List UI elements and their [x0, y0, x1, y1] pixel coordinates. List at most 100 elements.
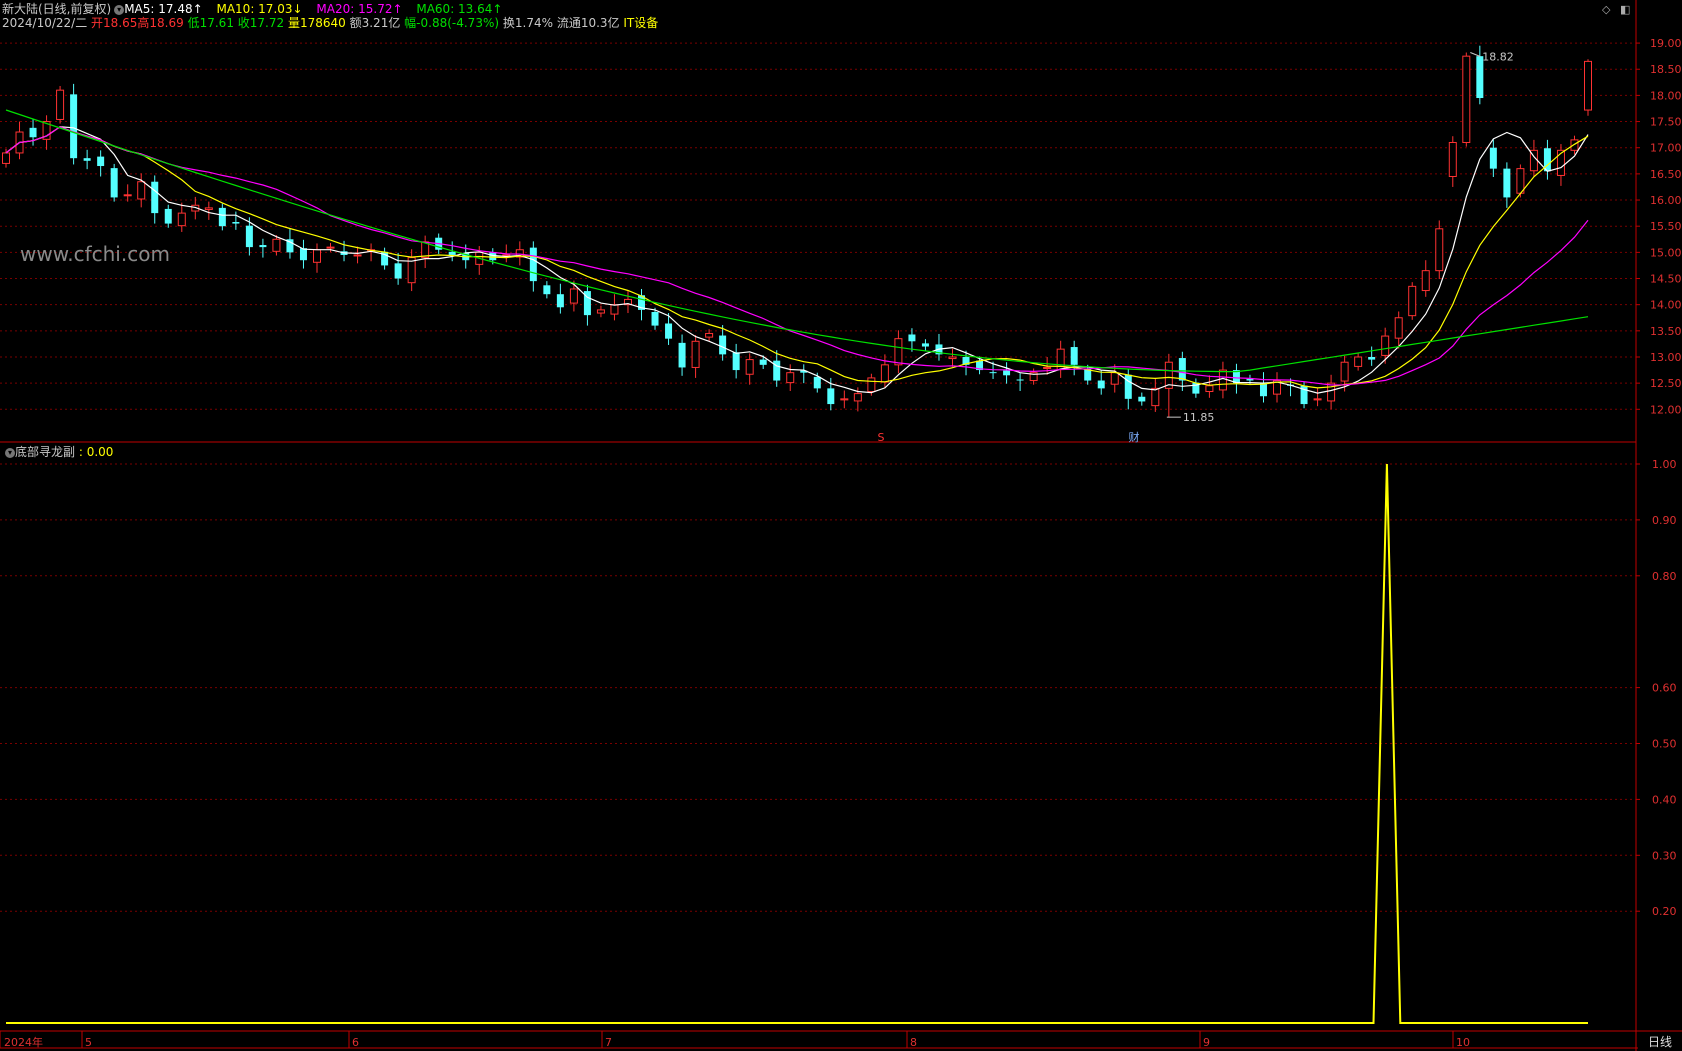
indicator-tick-label: 0.90	[1652, 514, 1677, 527]
candle-body	[1205, 385, 1214, 393]
candle-body	[989, 372, 997, 374]
candle-body	[1570, 139, 1579, 151]
candle	[1448, 136, 1457, 187]
candle	[908, 328, 916, 352]
candle	[83, 149, 91, 170]
ma10-label: MA10: 17.03↓	[216, 2, 303, 16]
candle-body	[1381, 335, 1390, 356]
candle	[840, 390, 849, 409]
candle-body	[151, 181, 159, 214]
candle-body	[1394, 317, 1403, 339]
date-tick-label: 5	[85, 1036, 92, 1049]
candle-body	[840, 398, 849, 401]
candle-body	[204, 207, 213, 210]
candle-body	[326, 246, 335, 249]
candle	[151, 175, 159, 224]
candle-body	[691, 340, 700, 368]
ma5-line	[5, 126, 1589, 394]
quote-date: 2024/10/22/二	[2, 16, 88, 30]
candle-body	[1489, 147, 1497, 169]
candle	[732, 343, 740, 379]
candle	[583, 284, 591, 326]
indicator-tick-label: 1.00	[1652, 458, 1677, 471]
date-tick-label: 10	[1456, 1036, 1470, 1049]
price-tick-label: 16.00	[1650, 194, 1682, 207]
candle	[1070, 340, 1078, 376]
candle-body	[97, 156, 105, 167]
candle-body	[1110, 372, 1119, 385]
price-tick-label: 15.00	[1650, 246, 1682, 259]
price-tick-label: 14.50	[1650, 273, 1682, 286]
event-marker-s: S	[878, 431, 885, 444]
candle	[800, 364, 808, 384]
indicator-name: 底部寻龙副	[15, 445, 76, 459]
window-toggle-icon[interactable]: ◧	[1620, 3, 1630, 16]
date-tick-label: 9	[1203, 1036, 1210, 1049]
quote-open: 开18.65	[91, 16, 138, 30]
candle-body	[529, 247, 537, 282]
candle-body	[1368, 356, 1376, 360]
candle-body	[177, 212, 186, 227]
chevron-down-icon[interactable]: ▾	[5, 447, 15, 458]
candle-body	[137, 181, 146, 200]
chevron-down-icon[interactable]: ▾	[114, 4, 125, 15]
low-price-label: 11.85	[1183, 411, 1215, 424]
high-pointer	[1470, 52, 1481, 57]
indicator-tick-label: 0.40	[1652, 793, 1677, 806]
candle-body	[70, 94, 78, 159]
quote-change: 幅-0.88(-4.73%)	[404, 16, 500, 30]
candle-body	[543, 285, 551, 295]
candle-body	[29, 127, 37, 138]
diamond-icon[interactable]: ◇	[1602, 3, 1610, 16]
candle	[123, 184, 132, 202]
candle	[894, 330, 903, 374]
indicator-value: : 0.00	[78, 445, 114, 459]
candle-body	[218, 207, 226, 227]
price-tick-label: 14.00	[1650, 299, 1682, 312]
candle	[1543, 139, 1551, 180]
candle-body	[353, 254, 362, 257]
candle	[381, 247, 389, 270]
candle-body	[705, 332, 714, 338]
candle	[1273, 372, 1282, 403]
indicator-tick-label: 0.30	[1652, 849, 1677, 862]
candle-body	[259, 245, 267, 248]
price-tick-label: 17.50	[1650, 116, 1682, 129]
candle-body	[1138, 396, 1146, 402]
chart-title: 新大陆(日线,前复权)	[2, 2, 112, 16]
candle	[623, 291, 632, 314]
candle-body	[299, 248, 307, 261]
stock-chart[interactable]: 19.00 18.50 18.00 17.50 17.00 16.50 16.00 15.50…	[0, 0, 1682, 1051]
candle-body	[665, 323, 673, 339]
candle-body	[1462, 55, 1471, 143]
candle	[1503, 162, 1511, 208]
candle	[299, 239, 307, 269]
candle-body	[123, 194, 132, 197]
candle-body	[272, 238, 281, 252]
candle	[1232, 363, 1240, 394]
period-button[interactable]: 日线	[1638, 1033, 1682, 1051]
candle	[678, 334, 686, 376]
quote-sector[interactable]: IT设备	[623, 16, 658, 30]
candle-body	[1151, 387, 1160, 407]
candle-body	[678, 342, 686, 368]
candle-body	[1178, 358, 1186, 381]
candle-body	[867, 377, 876, 393]
candle	[1313, 388, 1322, 407]
candle-body	[880, 364, 889, 383]
candle	[773, 350, 781, 387]
candle-body	[1448, 141, 1457, 177]
candle	[610, 294, 619, 321]
indicator-tick-label: 0.50	[1652, 738, 1677, 751]
candle-body	[2, 152, 10, 164]
candle	[543, 281, 551, 299]
indicator-tick-label: 0.80	[1652, 570, 1677, 583]
candle-body	[1003, 370, 1011, 376]
candle	[1287, 378, 1295, 397]
candle	[407, 249, 416, 292]
candle-body	[448, 251, 456, 255]
candle-body	[1218, 369, 1227, 391]
candle	[948, 348, 957, 367]
candle	[1259, 372, 1267, 403]
candle-body	[745, 359, 754, 375]
